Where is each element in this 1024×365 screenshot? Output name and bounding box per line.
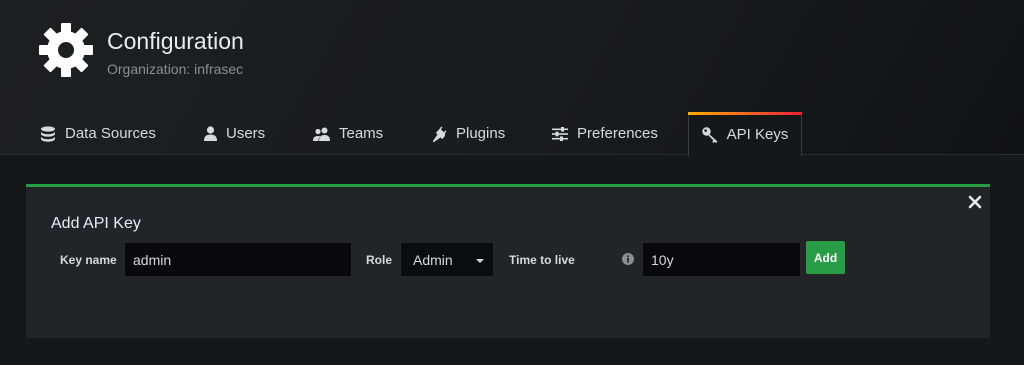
gear-icon	[39, 23, 93, 77]
plug-icon	[433, 126, 447, 142]
tab-users-label: Users	[226, 125, 266, 142]
add-api-key-panel: Add API Key Key name admin Role Admin Ti…	[26, 184, 990, 338]
page-title: Configuration	[107, 28, 244, 54]
database-icon	[41, 125, 55, 142]
tab-data-sources[interactable]: Data Sources	[40, 112, 156, 155]
organization-subtitle: Organization: infrasec	[107, 61, 244, 77]
tab-plugins[interactable]: Plugins	[431, 112, 505, 155]
info-icon[interactable]	[622, 253, 634, 265]
tab-plugins-label: Plugins	[456, 125, 506, 142]
tab-teams-label: Teams	[339, 125, 384, 142]
tab-preferences-label: Preferences	[577, 125, 658, 142]
tab-api-keys[interactable]: API Keys	[688, 112, 802, 156]
tab-users[interactable]: Users	[204, 112, 265, 155]
role-select[interactable]: Admin	[400, 242, 494, 277]
key-name-input[interactable]: admin	[124, 242, 352, 277]
users-icon	[313, 127, 330, 141]
sliders-icon	[552, 126, 568, 141]
key-icon	[701, 126, 718, 143]
tab-api-keys-label: API Keys	[726, 126, 789, 143]
page-header: Configuration Organization: infrasec Dat…	[0, 0, 1024, 156]
key-name-value: admin	[133, 251, 172, 268]
role-label: Role	[366, 253, 393, 267]
chevron-down-icon	[476, 259, 484, 263]
time-to-live-label: Time to live	[509, 253, 575, 267]
role-value: Admin	[413, 251, 453, 268]
user-icon	[204, 126, 217, 141]
panel-title: Add API Key	[51, 215, 141, 232]
tab-preferences[interactable]: Preferences	[552, 112, 658, 155]
tab-teams[interactable]: Teams	[313, 112, 383, 155]
tab-bar: Data Sources Users Teams Plugins Prefere…	[0, 112, 1024, 156]
time-to-live-input[interactable]: 10y	[642, 242, 801, 277]
time-to-live-value: 10y	[651, 251, 674, 268]
key-name-label: Key name	[60, 253, 117, 267]
add-button[interactable]: Add	[806, 241, 845, 274]
close-icon[interactable]	[968, 195, 982, 209]
tab-data-sources-label: Data Sources	[65, 125, 156, 142]
